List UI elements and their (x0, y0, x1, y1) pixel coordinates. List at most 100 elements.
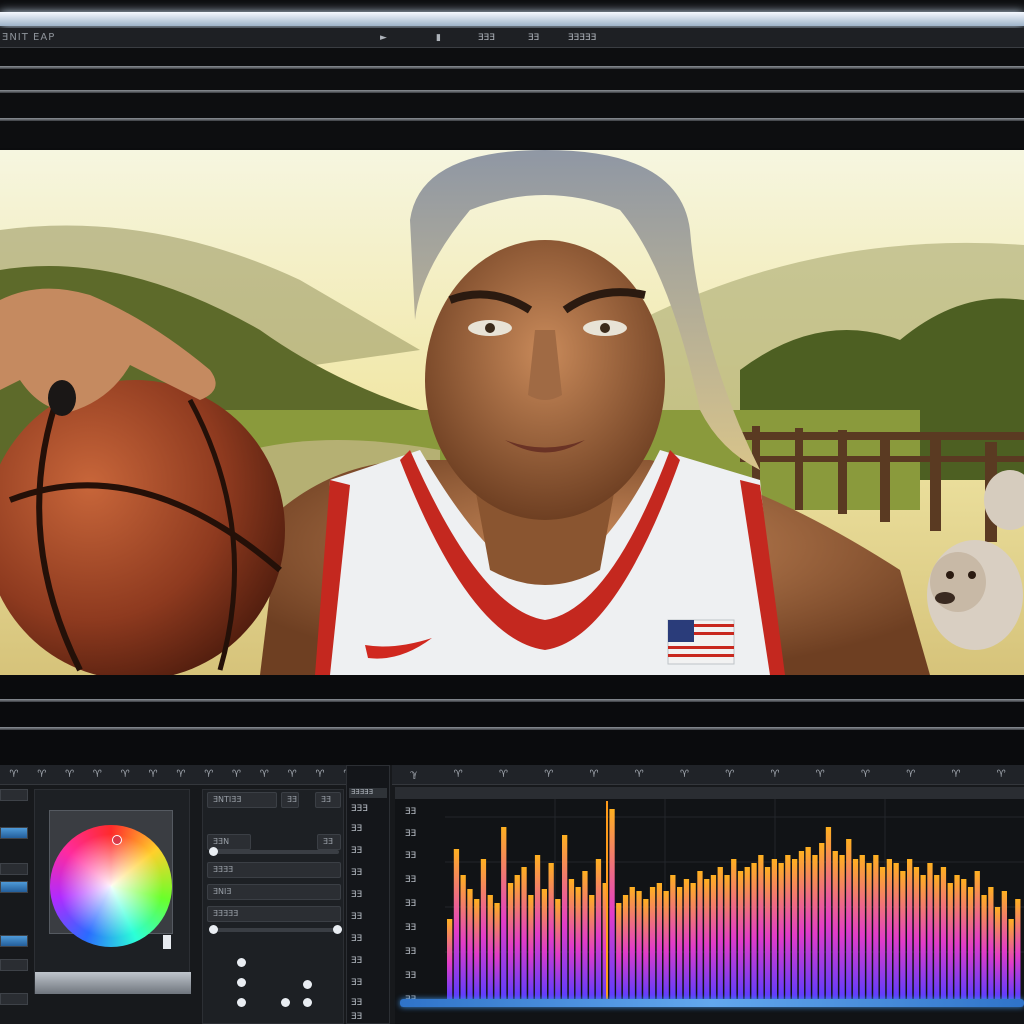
ruler-label: ƎƎ (351, 978, 363, 988)
histogram-bar (568, 879, 575, 999)
rtab-12[interactable]: ♈ (906, 769, 915, 780)
rtab-14[interactable]: ♈ (997, 769, 1006, 780)
rtab-5[interactable]: ♈ (589, 769, 598, 780)
rtab-11[interactable]: ♈ (861, 769, 870, 780)
detail-slider-knob[interactable] (209, 925, 218, 934)
tab-7[interactable]: ♈ (176, 769, 185, 780)
histogram-bar (758, 855, 764, 999)
tab-4[interactable]: ♈ (93, 769, 102, 780)
color-wheel[interactable] (50, 825, 172, 947)
histogram-bar (677, 887, 683, 999)
side-tab-2[interactable] (0, 827, 28, 839)
tab-11[interactable]: ♈ (288, 769, 297, 780)
menu-item-1[interactable]: ƎƎƎ (478, 33, 495, 43)
histogram-bar (474, 899, 480, 999)
amount-value[interactable]: ƎƎ (317, 834, 341, 850)
amount-slider-knob[interactable] (209, 847, 218, 856)
histogram-bar (575, 887, 581, 999)
rtab-7[interactable]: ♈ (680, 769, 689, 780)
histogram-bar (521, 867, 527, 999)
histogram-bar (494, 903, 500, 999)
histogram-bar (792, 859, 798, 999)
toggle-knob-4[interactable] (281, 998, 290, 1007)
detail-field[interactable]: ƎƎƎƎƎ (207, 906, 341, 922)
toggle-knob-2[interactable] (237, 978, 246, 987)
ruler-label: ƎƎ (351, 1012, 363, 1022)
threshold-field[interactable]: ƎƎƎƎ (207, 862, 341, 878)
side-tab-6[interactable] (0, 959, 28, 971)
strip-divider (0, 699, 1024, 702)
histogram-bar (548, 863, 554, 999)
toggle-knob-5[interactable] (303, 980, 312, 989)
histogram-bar (616, 903, 622, 999)
histogram-bar (629, 887, 635, 999)
side-tab-4[interactable] (0, 881, 28, 893)
tab-8[interactable]: ♈ (204, 769, 213, 780)
preview-viewport[interactable] (0, 150, 1024, 675)
side-tab-5[interactable] (0, 935, 28, 947)
brightness-handle[interactable] (163, 935, 171, 949)
ruler-header: ƎƎƎƎƎ (349, 788, 387, 798)
histogram-bar (622, 895, 629, 999)
mode-value[interactable]: ƎƎ (281, 792, 299, 808)
toggle-knob-3[interactable] (237, 998, 246, 1007)
rtab-3[interactable]: ♈ (499, 769, 508, 780)
histogram-bar (886, 859, 892, 999)
histogram-bar (487, 895, 493, 999)
rtab-4[interactable]: ♈ (544, 769, 553, 780)
play-button[interactable]: ► (380, 33, 387, 43)
menu-item-3[interactable]: ƎƎƎƎƎ (568, 33, 596, 43)
histogram-bar (879, 867, 886, 999)
histogram-bar (663, 891, 669, 999)
histogram-bar (562, 835, 568, 999)
histogram-bar (940, 867, 947, 999)
timeline-scrollbar[interactable] (400, 999, 1024, 1007)
tab-2[interactable]: ♈ (37, 769, 46, 780)
histogram-bar (961, 879, 967, 999)
histogram-bar (704, 879, 710, 999)
toggle-knob-1[interactable] (237, 958, 246, 967)
amount-slider-track[interactable] (209, 850, 339, 854)
tab-6[interactable]: ♈ (149, 769, 158, 780)
histogram-graph (445, 799, 1024, 999)
color-wheel-frame (49, 810, 173, 947)
tab-5[interactable]: ♈ (121, 769, 130, 780)
side-tab-3[interactable] (0, 863, 28, 875)
histogram-bar (954, 875, 960, 999)
color-picker-handle[interactable] (112, 835, 122, 845)
histogram-bar (805, 847, 811, 999)
mode-option[interactable]: ƎƎ (315, 792, 341, 808)
detail-slider-end[interactable] (333, 925, 342, 934)
menu-bar: ƎNIT EAP ► ▮ ƎƎƎ ƎƎ ƎƎƎƎƎ (0, 28, 1024, 48)
rtab-10[interactable]: ♈ (816, 769, 825, 780)
pause-button[interactable]: ▮ (436, 33, 441, 43)
mode-field[interactable]: ƎNTIƎƎ (207, 792, 277, 808)
rtab-2[interactable]: ♈ (454, 769, 463, 780)
menu-item-2[interactable]: ƎƎ (528, 33, 539, 43)
histogram-bar (460, 875, 466, 999)
histogram-bar (589, 895, 595, 999)
toggle-knob-6[interactable] (303, 998, 312, 1007)
radius-field[interactable]: ƎNIƎ (207, 884, 341, 900)
tab-12[interactable]: ♈ (316, 769, 325, 780)
detail-slider-track[interactable] (209, 928, 339, 932)
tab-9[interactable]: ♈ (232, 769, 241, 780)
strip-divider (0, 727, 1024, 730)
side-tab-1[interactable] (0, 789, 28, 801)
tab-3[interactable]: ♈ (65, 769, 74, 780)
tab-10[interactable]: ♈ (260, 769, 269, 780)
histogram-bar (866, 863, 872, 999)
histogram-bar (852, 859, 859, 999)
histogram-panel[interactable]: ƎƎ ƎƎ ƎƎ ƎƎ ƎƎ ƎƎ ƎƎ ƎƎ ƎƎ (395, 787, 1024, 1024)
histogram-bar (528, 895, 534, 999)
tab-1[interactable]: ♈ (9, 769, 18, 780)
rtab-6[interactable]: ♈ (635, 769, 644, 780)
rtab-8[interactable]: ♈ (725, 769, 734, 780)
rtab-1[interactable]: ℽ (410, 769, 417, 780)
histogram-bar (778, 863, 784, 999)
rtab-13[interactable]: ♈ (951, 769, 960, 780)
rtab-9[interactable]: ♈ (770, 769, 779, 780)
settings-panel: ƎNTIƎƎ ƎƎ ƎƎ ƎƎN ƎƎ ƎƎƎƎ ƎNIƎ ƎƎƎƎƎ (202, 789, 344, 1024)
side-tab-7[interactable] (0, 993, 28, 1005)
histogram-bar (480, 859, 487, 999)
